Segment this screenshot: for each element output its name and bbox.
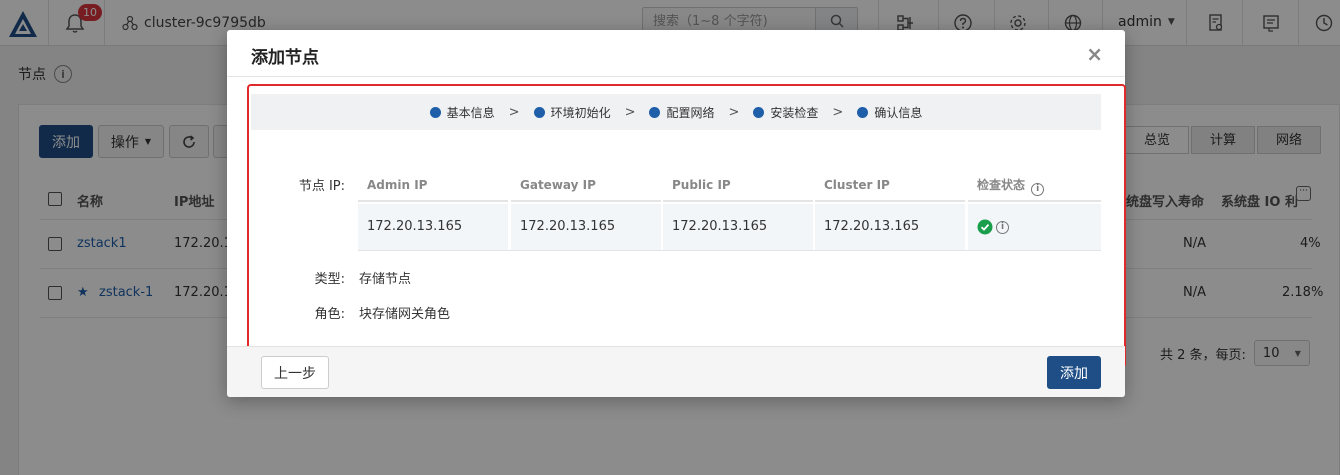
check-status-label: 检查状态 [977, 178, 1026, 192]
divider [358, 250, 1101, 251]
step-dot [857, 106, 869, 118]
add-node-dialog: 添加节点 × 基本信息 > 环境初始化 > 配置网络 > 安装检查 > 确认信息… [227, 30, 1126, 397]
check-circle-icon [977, 219, 993, 235]
divider [227, 76, 1125, 77]
check-status-value: i [968, 204, 1101, 250]
column-public-ip: Public IP [663, 168, 813, 202]
column-gateway-ip: Gateway IP [511, 168, 661, 202]
chevron-right-icon: > [508, 104, 520, 120]
close-icon[interactable]: × [1086, 42, 1103, 66]
public-ip-value: 172.20.13.165 [663, 204, 813, 250]
step-label: 基本信息 [446, 105, 495, 120]
step-label: 安装检查 [770, 105, 819, 120]
wizard-steps: 基本信息 > 环境初始化 > 配置网络 > 安装检查 > 确认信息 [251, 94, 1101, 130]
dialog-footer: 上一步 添加 [227, 346, 1125, 397]
step-dot [649, 106, 661, 118]
step-basic-info: 基本信息 [429, 104, 495, 121]
cluster-ip-value: 172.20.13.165 [815, 204, 965, 250]
step-confirm: 确认信息 [857, 104, 922, 121]
type-value: 存储节点 [359, 272, 412, 287]
step-dot [533, 106, 545, 118]
step-label: 环境初始化 [550, 105, 611, 120]
step-label: 配置网络 [666, 105, 715, 120]
step-dot [753, 106, 765, 118]
type-label: 类型: [314, 272, 345, 287]
admin-ip-value: 172.20.13.165 [358, 204, 508, 250]
node-ip-label: 节点 IP: [298, 179, 345, 194]
column-check-status: 检查状态 i [968, 168, 1101, 202]
dialog-title: 添加节点 [251, 48, 319, 68]
chevron-right-icon: > [832, 104, 844, 120]
submit-add-button[interactable]: 添加 [1047, 356, 1101, 389]
step-label: 确认信息 [874, 105, 923, 120]
role-value: 块存储网关角色 [359, 307, 451, 322]
step-network: 配置网络 [649, 104, 715, 121]
role-label: 角色: [314, 307, 345, 322]
chevron-right-icon: > [624, 104, 636, 120]
chevron-right-icon: > [728, 104, 740, 120]
info-icon[interactable]: i [996, 220, 1009, 234]
info-icon[interactable]: i [1031, 182, 1045, 196]
step-env-init: 环境初始化 [533, 104, 611, 121]
step-install-check: 安装检查 [753, 104, 818, 121]
column-admin-ip: Admin IP [358, 168, 508, 202]
step-dot [429, 106, 441, 118]
previous-step-button[interactable]: 上一步 [261, 356, 329, 389]
column-cluster-ip: Cluster IP [815, 168, 965, 202]
gateway-ip-value: 172.20.13.165 [511, 204, 661, 250]
